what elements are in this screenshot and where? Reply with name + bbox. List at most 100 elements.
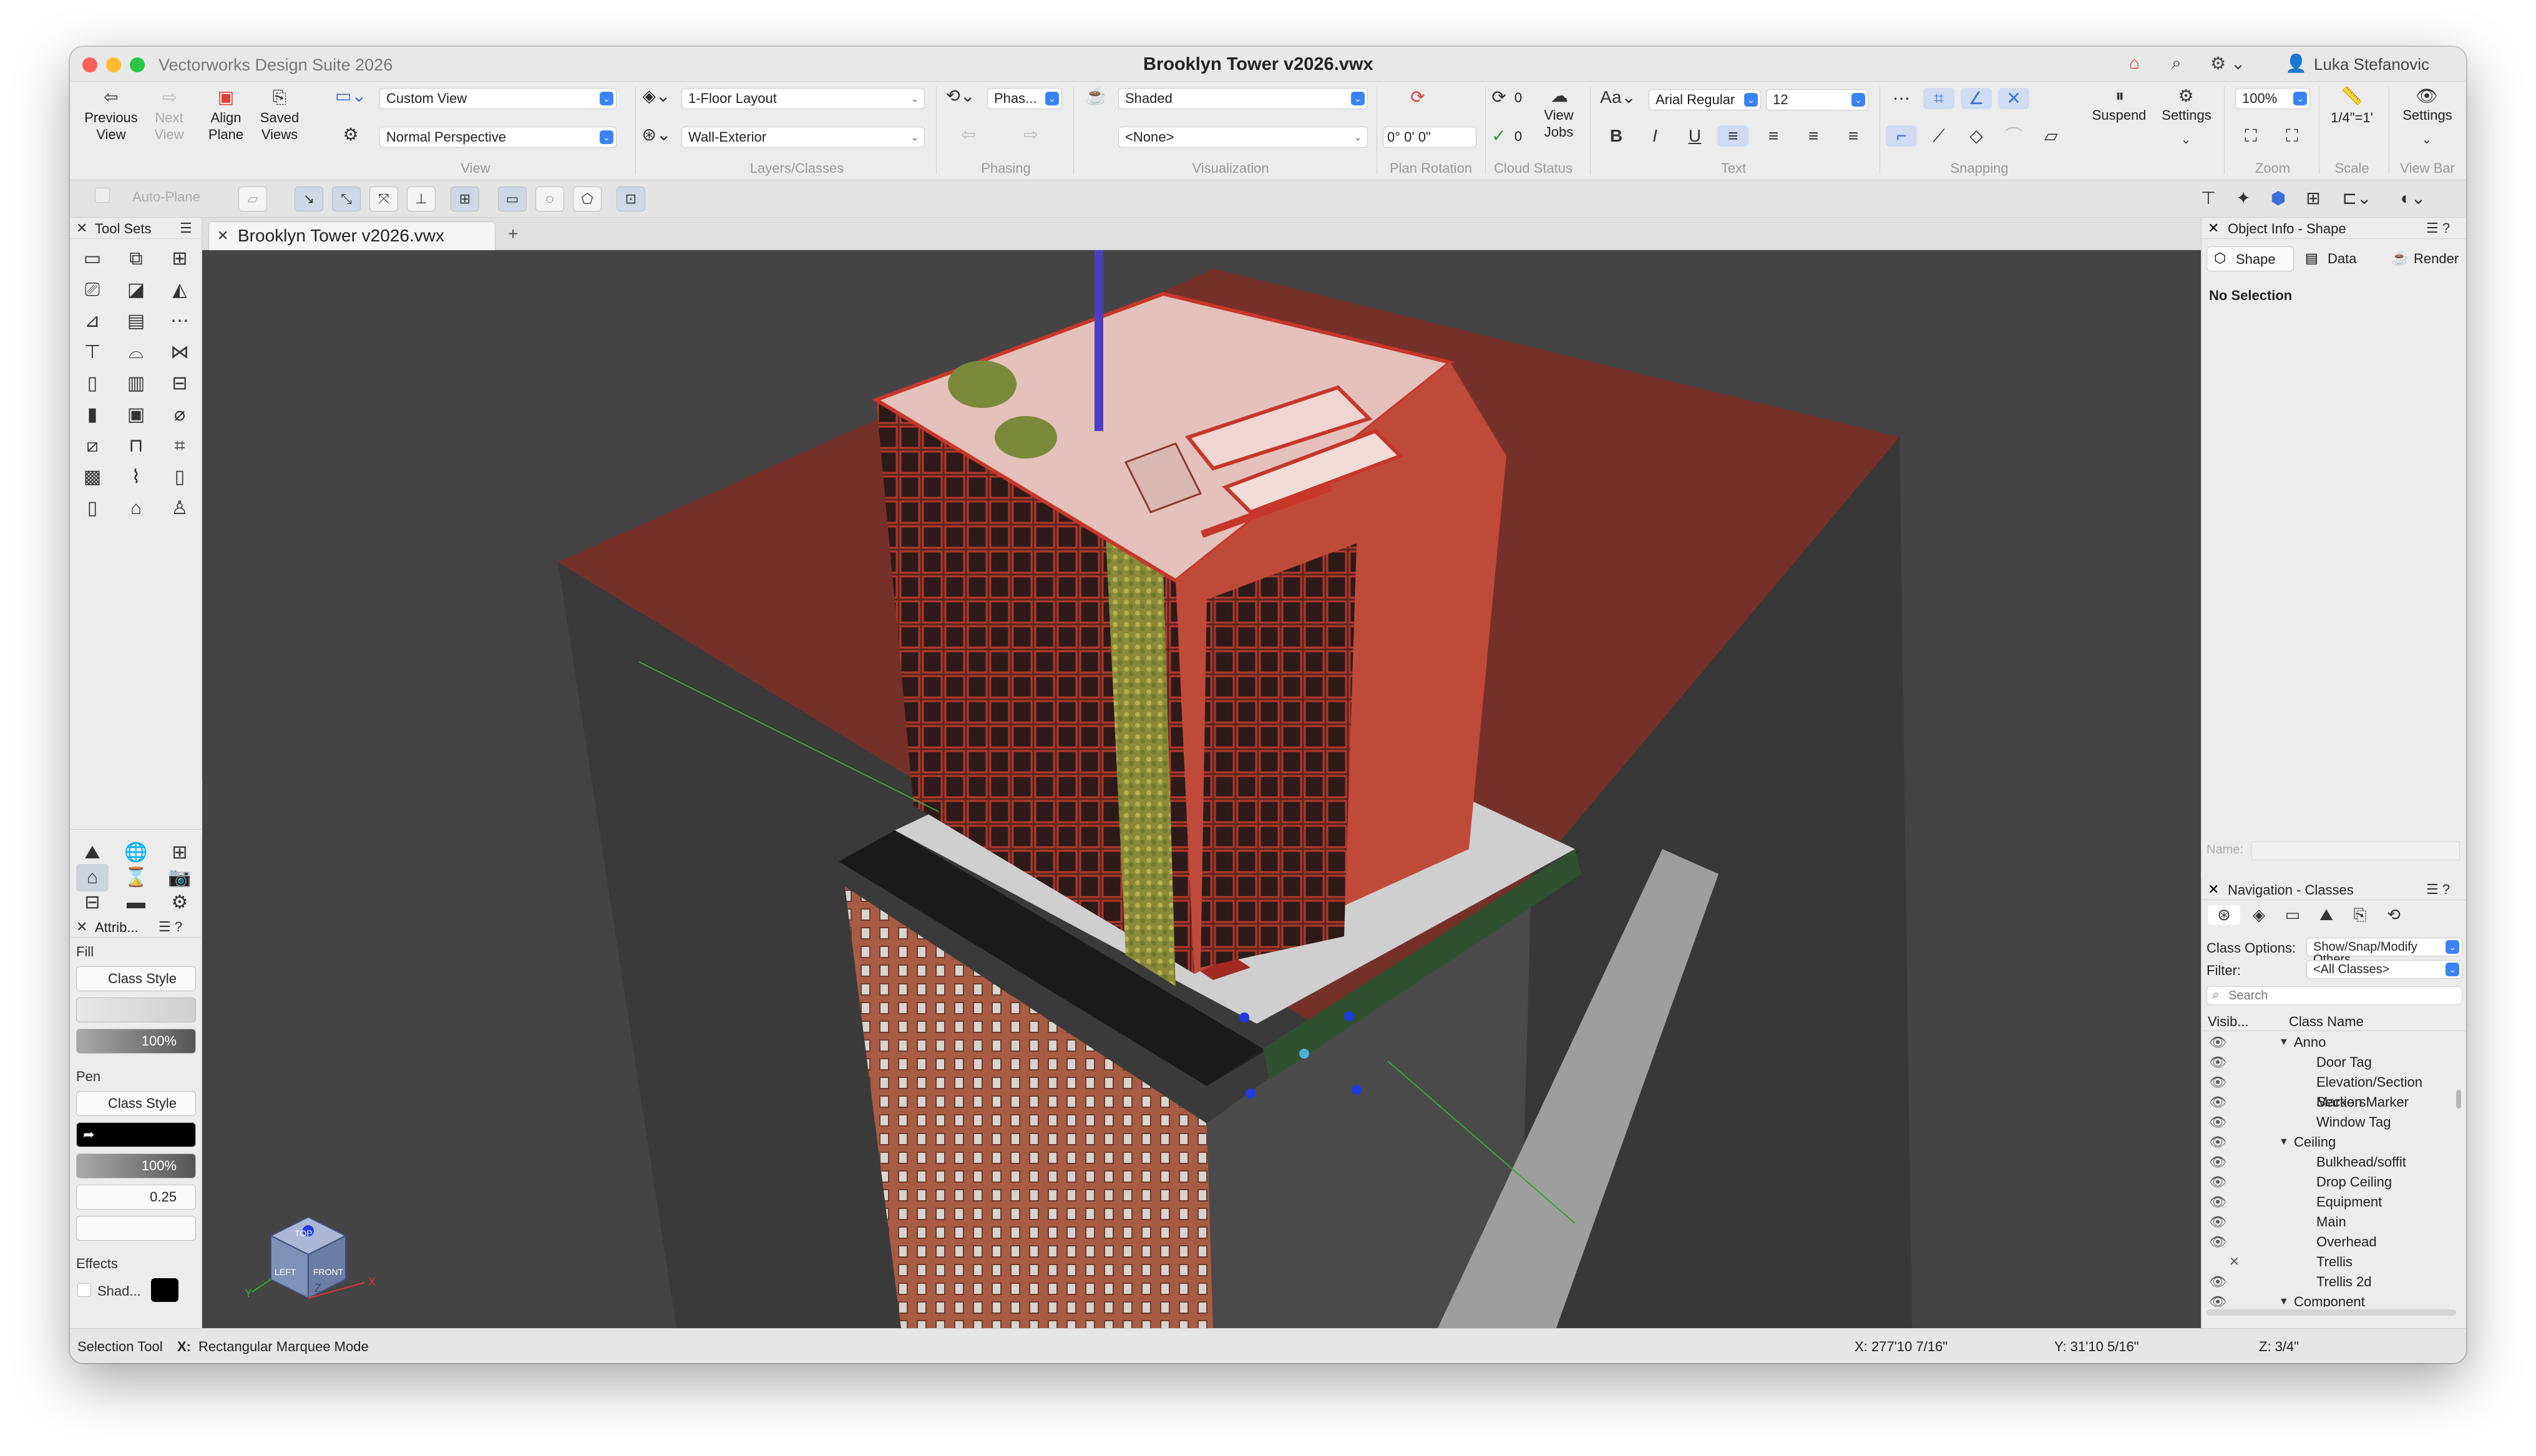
line-weight-dropdown[interactable]: 0.25 <box>76 1185 196 1210</box>
cloud-sync-icon[interactable]: ⟳ <box>1486 87 1511 108</box>
auto-plane-checkbox[interactable] <box>95 188 110 203</box>
view-cube-top-face[interactable]: TOP <box>295 1228 313 1238</box>
roof-tool-icon[interactable]: ◭ <box>163 276 196 304</box>
render-mode-dropdown[interactable]: Shaded ⌄ <box>1118 88 1368 109</box>
storefront-tool-icon[interactable]: ⊟ <box>163 370 196 397</box>
align-left-icon[interactable]: ≡ <box>1717 125 1748 147</box>
snap-working-plane-icon[interactable]: ▱ <box>2036 125 2067 147</box>
pillar-tool-icon[interactable]: ▯ <box>76 495 109 522</box>
ramp-tool-icon[interactable]: ▤ <box>120 308 152 335</box>
phasing-dropdown[interactable]: Phas... ⌄ <box>987 88 1062 109</box>
fit-to-window-icon[interactable]: ⛶ <box>2235 125 2266 147</box>
user-name[interactable]: Luka Stefanovic <box>2314 55 2429 74</box>
wall-tool-icon[interactable]: ▭ <box>76 245 109 273</box>
eye-icon[interactable]: 👁 <box>2209 1232 2226 1252</box>
class-list-row[interactable]: 👁 Main <box>2202 1212 2466 1232</box>
class-list-row[interactable]: 👁 Section Marker <box>2202 1092 2466 1112</box>
eye-icon[interactable]: 👁 <box>2209 1152 2226 1172</box>
detailing-set-icon[interactable]: ▬ <box>120 889 152 916</box>
menu-icon[interactable]: ☰ <box>180 220 192 236</box>
eye-icon[interactable]: 👁 <box>2209 1092 2226 1112</box>
close-icon[interactable]: ✕ <box>2208 220 2219 236</box>
selection-handle[interactable] <box>1246 1089 1256 1099</box>
class-name-column-header[interactable]: Class Name <box>2289 1014 2364 1030</box>
sink-tool-icon[interactable]: ⌂ <box>120 495 152 522</box>
font-icon[interactable]: Aa⌄ <box>1596 87 1640 108</box>
zoom-field[interactable]: 100% ⌄ <box>2235 88 2310 109</box>
railing-tool-icon[interactable]: ⋯ <box>163 308 196 335</box>
landscape-set-icon[interactable]: ⌛ <box>120 864 152 891</box>
eye-icon[interactable]: 👁 <box>2209 1132 2226 1152</box>
class-search-input[interactable] <box>2228 988 2453 1003</box>
previous-view-button[interactable]: Previous View <box>76 109 146 143</box>
document-tab[interactable]: Brooklyn Tower v2026.vwx <box>208 221 495 250</box>
viewbar-settings-button[interactable]: Settings <box>2395 107 2460 124</box>
projection-icon[interactable]: ⚙ <box>332 124 369 145</box>
class-list-row[interactable]: ✕ Trellis <box>2202 1252 2466 1272</box>
user-icon[interactable]: 👤 <box>2285 53 2307 74</box>
slab-tool-icon[interactable]: ◪ <box>120 276 152 304</box>
view-cube-widget[interactable]: TOP LEFT FRONT X Y Z <box>240 1211 389 1323</box>
scale-mode-icon[interactable]: ⤧ <box>369 187 398 211</box>
visualization-set-icon[interactable]: 📷 <box>163 864 196 891</box>
lighting-tool-icon[interactable]: ▯ <box>163 463 196 491</box>
saved-views-icon[interactable]: ⎘ <box>261 87 298 108</box>
class-dropdown[interactable]: Wall-Exterior ⌄ <box>681 127 925 148</box>
eye-icon[interactable]: 👁 <box>2209 1212 2226 1232</box>
axis-mode-icon[interactable]: ⊥ <box>407 187 436 211</box>
door-tool-icon[interactable]: ⧉ <box>120 245 152 273</box>
selection-handle[interactable] <box>1344 1011 1354 1021</box>
site-set-icon[interactable]: 🌐 <box>120 839 152 866</box>
eye-icon[interactable]: 👁 <box>2209 1072 2226 1092</box>
stair-tool-icon[interactable]: ⊿ <box>76 308 109 335</box>
drawing-viewport[interactable]: TOP LEFT FRONT X Y Z <box>202 250 2201 1328</box>
curtain-wall-tool-icon[interactable]: ▥ <box>120 370 152 397</box>
transport-set-icon[interactable]: ⚙ <box>163 889 196 916</box>
close-window-button[interactable] <box>82 57 97 72</box>
pause-icon[interactable]: ⏸ <box>2098 85 2142 107</box>
selection-handle[interactable] <box>1239 1012 1249 1022</box>
beam-tool-icon[interactable]: ⌓ <box>120 339 152 366</box>
eye-icon[interactable]: 👁 <box>2209 1272 2226 1292</box>
shadow-checkbox[interactable] <box>77 1283 91 1297</box>
casework-tool-icon[interactable]: ▩ <box>76 463 109 491</box>
symbols-tab-icon[interactable]: ⟲ <box>2378 905 2410 925</box>
furniture-set-icon[interactable]: ⊟ <box>76 889 109 916</box>
plan-rotation-field[interactable]: 0° 0' 0" <box>1383 127 1476 148</box>
menu-icon[interactable]: ☰ ? <box>2426 881 2450 898</box>
line-markers-field[interactable] <box>76 1216 196 1241</box>
chevron-down-icon[interactable]: ⌄ <box>2164 129 2208 150</box>
italic-icon[interactable]: I <box>1642 125 1667 147</box>
home-alert-icon[interactable]: ⌂ <box>2129 53 2140 73</box>
architect-set-icon[interactable]: ⌂ <box>76 864 109 891</box>
fill-color-swatch[interactable] <box>76 997 196 1022</box>
eye-icon[interactable]: 👁 <box>2209 1112 2226 1132</box>
snap-settings-button[interactable]: Settings <box>2154 107 2219 124</box>
class-list-row[interactable]: 👁 Overhead <box>2202 1232 2466 1252</box>
previous-view-icon[interactable]: ⇦ <box>92 87 130 108</box>
gear-icon[interactable]: ⚙ ⌄ <box>2210 53 2245 74</box>
column-tool-icon[interactable]: ⊤ <box>76 339 109 366</box>
snap-angle-icon[interactable]: ∠ <box>1961 88 1992 109</box>
saved-views-button[interactable]: Saved Views <box>255 109 305 143</box>
rectangle-marquee-icon[interactable]: ▭ <box>498 187 527 211</box>
class-list-row[interactable]: 👁 Door Tag <box>2202 1052 2466 1072</box>
visibility-column-header[interactable]: Visib... <box>2208 1014 2249 1030</box>
plumbing-tool-icon[interactable]: ⌀ <box>163 401 196 429</box>
table-tool-icon[interactable]: ⊓ <box>120 432 152 460</box>
expand-triangle-icon[interactable]: ▼ <box>2279 1032 2289 1052</box>
justify-icon[interactable]: ≡ <box>1841 125 1866 147</box>
menu-icon[interactable]: ☰ ? <box>158 919 182 935</box>
toilet-tool-icon[interactable]: ♙ <box>163 495 196 522</box>
pilaster-tool-icon[interactable]: ▮ <box>76 401 109 429</box>
selection-handle[interactable] <box>1352 1085 1362 1095</box>
class-list-row[interactable]: 👁 Elevation/Section Markers <box>2202 1072 2466 1110</box>
pen-opacity-field[interactable]: 100% <box>76 1153 196 1178</box>
camera-tool-icon[interactable]: ⎚ <box>76 276 109 304</box>
view-jobs-button[interactable]: View Jobs <box>1535 107 1583 140</box>
align-plane-button[interactable]: Align Plane <box>202 109 250 143</box>
bold-icon[interactable]: B <box>1604 125 1629 147</box>
align-right-icon[interactable]: ≡ <box>1801 125 1826 147</box>
class-list-row[interactable]: 👁 ▼ Anno <box>2202 1032 2466 1052</box>
zoom-window-button[interactable] <box>130 57 145 72</box>
